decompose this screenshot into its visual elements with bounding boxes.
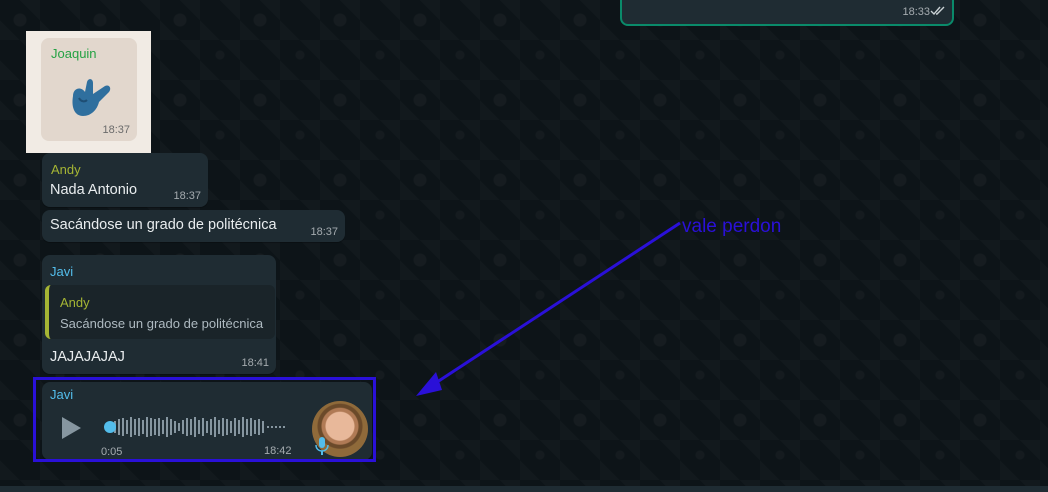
annotation-text: vale perdon (682, 216, 782, 237)
annotation-arrow (416, 221, 681, 396)
composer-bar-edge (0, 486, 1048, 492)
